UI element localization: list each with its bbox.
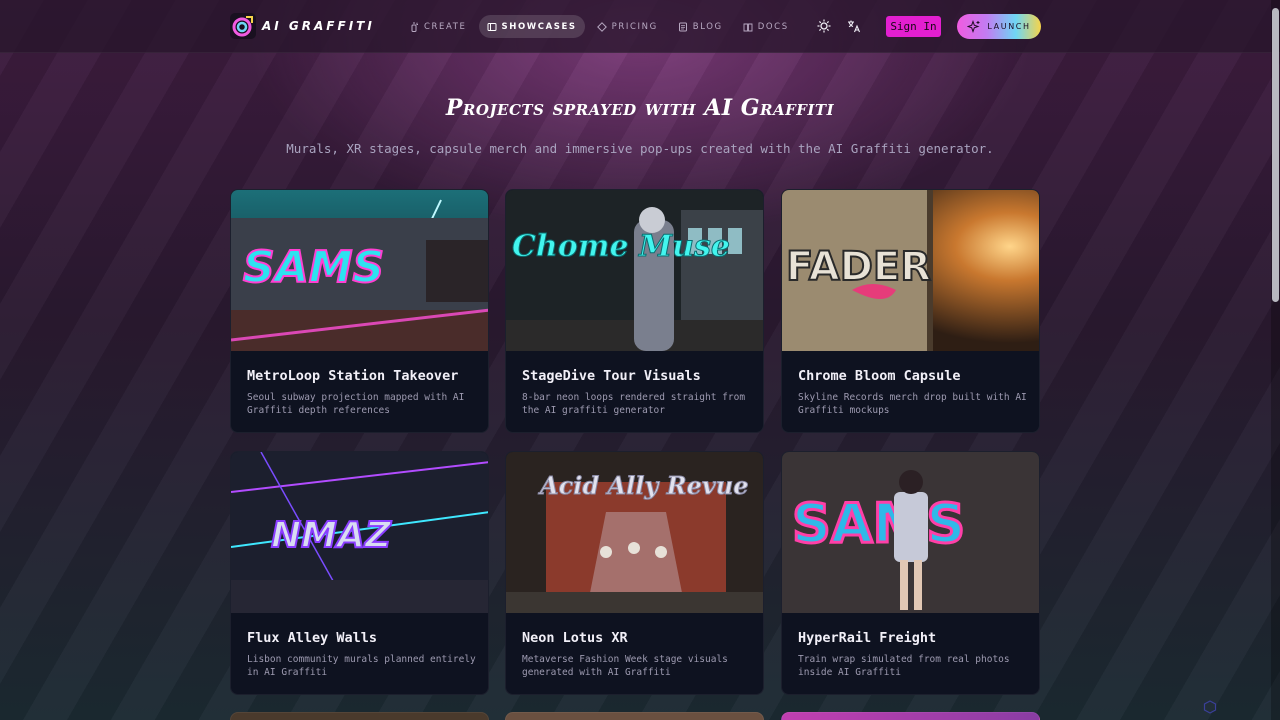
- card-image-graffiti: SAMS: [243, 242, 384, 293]
- nav-pricing[interactable]: PRICING: [589, 15, 666, 38]
- card-title: MetroLoop Station Takeover: [247, 368, 459, 384]
- book-icon: [743, 23, 753, 31]
- card-image: FADER: [782, 190, 1039, 351]
- showcase-card-partial[interactable]: [230, 712, 489, 720]
- nav-showcases-label: SHOWCASES: [501, 21, 577, 32]
- card-description: Skyline Records merch drop built with AI…: [798, 392, 1027, 416]
- help-widget-icon[interactable]: [1203, 699, 1217, 714]
- nav-pricing-label: PRICING: [611, 21, 658, 32]
- card-description: Train wrap simulated from real photos in…: [798, 654, 1010, 678]
- brand-logo[interactable]: AI GRAFFITI: [230, 13, 375, 39]
- card-image-graffiti: NMAZ: [271, 515, 392, 556]
- top-navigation-bar: AI GRAFFITI CREATE SHOWCASES PRICING BLO…: [0, 0, 1280, 53]
- page-title: Projects sprayed with AI Graffiti: [445, 95, 835, 121]
- page-subtitle: Murals, XR stages, capsule merch and imm…: [286, 141, 994, 156]
- card-image-graffiti: Acid Ally Revue: [538, 471, 749, 500]
- card-description: Seoul subway projection mapped with AI G…: [247, 392, 465, 416]
- launch-button[interactable]: LAUNCH: [957, 14, 1041, 39]
- translate-icon[interactable]: [846, 18, 862, 34]
- showcase-card[interactable]: FADER Chrome Bloom Capsule Skyline Recor…: [781, 189, 1040, 433]
- card-description: Metaverse Fashion Week stage visuals gen…: [522, 654, 728, 678]
- nav-docs-label: DOCS: [757, 21, 789, 32]
- main-nav: CREATE SHOWCASES PRICING BLOG DOCS: [402, 15, 797, 38]
- card-image-graffiti: SAMS: [792, 492, 965, 555]
- card-title: StageDive Tour Visuals: [522, 368, 701, 384]
- nav-showcases[interactable]: SHOWCASES: [478, 15, 585, 38]
- card-image-graffiti: FADER: [786, 244, 931, 290]
- newspaper-icon: [678, 22, 687, 31]
- showcase-card[interactable]: SAMS MetroLoop Station Takeover Seoul su…: [230, 189, 489, 433]
- card-description: Lisbon community murals planned entirely…: [247, 654, 476, 678]
- nav-blog[interactable]: BLOG: [670, 15, 731, 38]
- showcase-card-partial[interactable]: [505, 712, 764, 720]
- showcase-card[interactable]: Acid Ally Revue Neon Lotus XR Metaverse …: [505, 451, 764, 695]
- scrollbar-thumb[interactable]: [1272, 8, 1279, 302]
- nav-create[interactable]: CREATE: [402, 15, 475, 38]
- showcase-card[interactable]: Chome Muse StageDive Tour Visuals 8-bar …: [505, 189, 764, 433]
- card-description: 8-bar neon loops rendered straight from …: [522, 392, 746, 416]
- card-image: SAMS: [782, 452, 1039, 613]
- card-image: NMAZ: [231, 452, 488, 613]
- spray-can-icon: [411, 22, 418, 32]
- card-image: Acid Ally Revue: [506, 452, 763, 613]
- showcase-card-partial[interactable]: [781, 712, 1040, 720]
- launch-label: LAUNCH: [987, 22, 1031, 31]
- card-image: SAMS: [231, 190, 488, 351]
- card-title: Flux Alley Walls: [247, 630, 378, 646]
- sparkles-icon: [967, 19, 980, 33]
- brand-name: AI GRAFFITI: [262, 19, 375, 33]
- page-scrollbar[interactable]: [1271, 0, 1280, 720]
- nav-create-label: CREATE: [424, 21, 467, 32]
- card-title: Chrome Bloom Capsule: [798, 368, 961, 384]
- graffiti-logo-icon: [230, 13, 256, 39]
- sign-in-button[interactable]: Sign In: [886, 16, 941, 37]
- sun-icon[interactable]: [816, 18, 832, 34]
- diamond-icon: [596, 21, 607, 32]
- card-image-graffiti: Chome Muse: [512, 229, 730, 264]
- card-title: HyperRail Freight: [798, 630, 937, 646]
- card-image: Chome Muse: [506, 190, 763, 351]
- showcase-card[interactable]: NMAZ Flux Alley Walls Lisbon community m…: [230, 451, 489, 695]
- showcase-card[interactable]: SAMS HyperRail Freight Train wrap simula…: [781, 451, 1040, 695]
- gallery-icon: [487, 22, 497, 31]
- card-title: Neon Lotus XR: [522, 630, 628, 646]
- nav-docs[interactable]: DOCS: [735, 15, 797, 38]
- nav-blog-label: BLOG: [692, 21, 723, 32]
